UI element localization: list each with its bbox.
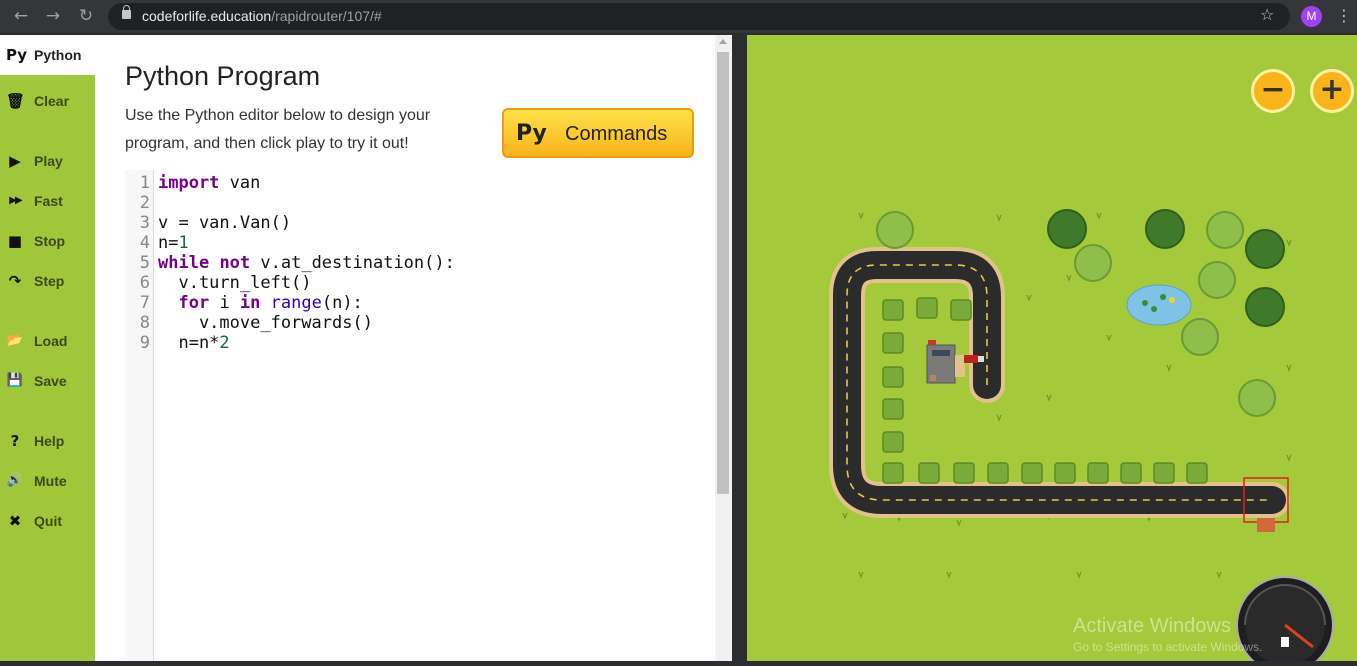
sidebar-item-label: Load — [34, 333, 68, 349]
sidebar-item-label: Quit — [34, 513, 62, 529]
url-host: codeforlife.education — [142, 8, 272, 24]
back-icon[interactable]: ← — [10, 5, 32, 27]
code-line[interactable]: n=1 — [158, 233, 189, 253]
python-icon: Py — [516, 121, 547, 146]
commands-button-label: Commands — [565, 123, 668, 145]
panel-divider[interactable] — [732, 35, 747, 661]
speaker-icon: 🔊 — [6, 473, 24, 488]
sidebar-item-fast[interactable]: ▶▶ Fast — [0, 188, 95, 214]
sidebar-item-label: Save — [34, 373, 67, 389]
save-icon: 💾 — [6, 373, 24, 388]
browser-menu-icon[interactable]: ⋮ — [1336, 6, 1352, 25]
scroll-up-icon[interactable] — [719, 39, 727, 44]
close-icon: ✖ — [8, 512, 22, 530]
address-bar[interactable]: codeforlife.education/rapidrouter/107/# … — [108, 3, 1290, 30]
line-number: 8 — [139, 313, 150, 333]
folder-icon: 📂 — [6, 333, 24, 348]
line-number: 3 — [139, 213, 150, 233]
sidebar-item-step[interactable]: ↷ Step — [0, 268, 95, 294]
sidebar-item-label: Clear — [34, 93, 70, 109]
play-icon: ▶ — [9, 152, 21, 170]
trash-icon: 🗑 — [6, 92, 26, 110]
url-path: /rapidrouter/107/# — [271, 8, 382, 24]
trees — [876, 209, 1285, 417]
zoom-out-button[interactable]: − — [1251, 69, 1295, 113]
zoom-in-button[interactable]: + — [1310, 69, 1354, 113]
line-number: 5 — [139, 253, 150, 273]
delivery-van — [964, 355, 984, 363]
sidebar-item-stop[interactable]: ■ Stop — [0, 228, 95, 254]
sidebar-item-label: Step — [34, 273, 65, 289]
watermark-subtitle: Go to Settings to activate Windows. — [1073, 640, 1263, 654]
python-editor-panel: Python Program Use the Python editor bel… — [95, 35, 715, 661]
sidebar-item-label: Fast — [34, 193, 63, 209]
pond — [1126, 284, 1192, 326]
python-icon: Py — [6, 46, 28, 64]
sidebar-item-label: Play — [34, 153, 63, 169]
line-number-gutter: 1 2 3 4 5 6 7 8 9 — [125, 170, 154, 661]
forward-icon[interactable]: → — [42, 5, 64, 27]
page-title: Python Program — [125, 61, 321, 91]
url-text[interactable]: codeforlife.education/rapidrouter/107/# — [142, 8, 382, 24]
map-canvas — [829, 209, 1334, 666]
line-number: 7 — [139, 293, 150, 313]
sidebar-item-help[interactable]: ? Help — [0, 428, 95, 454]
bookmark-star-icon[interactable]: ☆ — [1260, 5, 1274, 24]
code-line[interactable]: v.move_forwards() — [158, 313, 373, 333]
sidebar-item-save[interactable]: 💾 Save — [0, 368, 95, 394]
rapid-router-app: Py Python 🗑 Clear ▶ Play ▶▶ Fast ■ Stop … — [0, 35, 1357, 666]
sidebar: Py Python 🗑 Clear ▶ Play ▶▶ Fast ■ Stop … — [0, 35, 95, 661]
line-number: 6 — [139, 273, 150, 293]
windows-watermark: Activate Windows Go to Settings to activ… — [1073, 615, 1262, 654]
help-icon: ? — [10, 432, 20, 450]
reload-icon[interactable]: ↻ — [75, 5, 97, 27]
sidebar-item-clear[interactable]: 🗑 Clear — [0, 88, 95, 114]
browser-toolbar: ← → ↻ codeforlife.education/rapidrouter/… — [0, 0, 1357, 33]
editor-scrollbar[interactable] — [715, 35, 732, 661]
editor-description: Use the Python editor below to design yo… — [125, 107, 431, 152]
sidebar-item-label: Help — [34, 433, 65, 449]
code-line[interactable]: while not v.at_destination(): — [158, 253, 455, 273]
warehouse — [926, 340, 965, 384]
sidebar-item-label: Mute — [34, 473, 67, 489]
lock-icon — [122, 5, 131, 19]
profile-avatar[interactable]: M — [1301, 6, 1322, 27]
scrollbar-thumb[interactable] — [717, 52, 729, 494]
line-number: 2 — [139, 193, 150, 213]
code-line[interactable]: for i in range(n): — [158, 293, 362, 313]
hedges — [882, 297, 1208, 484]
step-icon: ↷ — [8, 272, 22, 290]
line-number: 4 — [139, 233, 150, 253]
commands-button[interactable]: Py Commands — [502, 108, 694, 158]
sidebar-item-quit[interactable]: ✖ Quit — [0, 508, 95, 534]
sidebar-item-load[interactable]: 📂 Load — [0, 328, 95, 354]
code-line[interactable]: v.turn_left() — [158, 273, 311, 293]
sidebar-item-label: Stop — [34, 233, 66, 249]
code-editor[interactable]: 1 2 3 4 5 6 7 8 9 import van v = van.Van(… — [125, 170, 715, 661]
code-line[interactable]: import van — [158, 173, 260, 193]
fast-forward-icon: ▶▶ — [9, 195, 22, 206]
line-number: 9 — [139, 333, 150, 353]
sidebar-item-play[interactable]: ▶ Play — [0, 148, 95, 174]
code-line[interactable]: n=n*2 — [158, 333, 229, 353]
stop-icon: ■ — [7, 232, 23, 250]
line-number: 1 — [139, 173, 150, 193]
sidebar-item-mute[interactable]: 🔊 Mute — [0, 468, 95, 494]
code-line[interactable]: v = van.Van() — [158, 213, 291, 233]
sidebar-item-python[interactable]: Py Python — [0, 35, 95, 75]
sidebar-item-label: Python — [34, 47, 82, 63]
watermark-title: Activate Windows — [1073, 615, 1231, 637]
game-map: − + Activate Windows Go to Settings to a… — [747, 35, 1357, 666]
